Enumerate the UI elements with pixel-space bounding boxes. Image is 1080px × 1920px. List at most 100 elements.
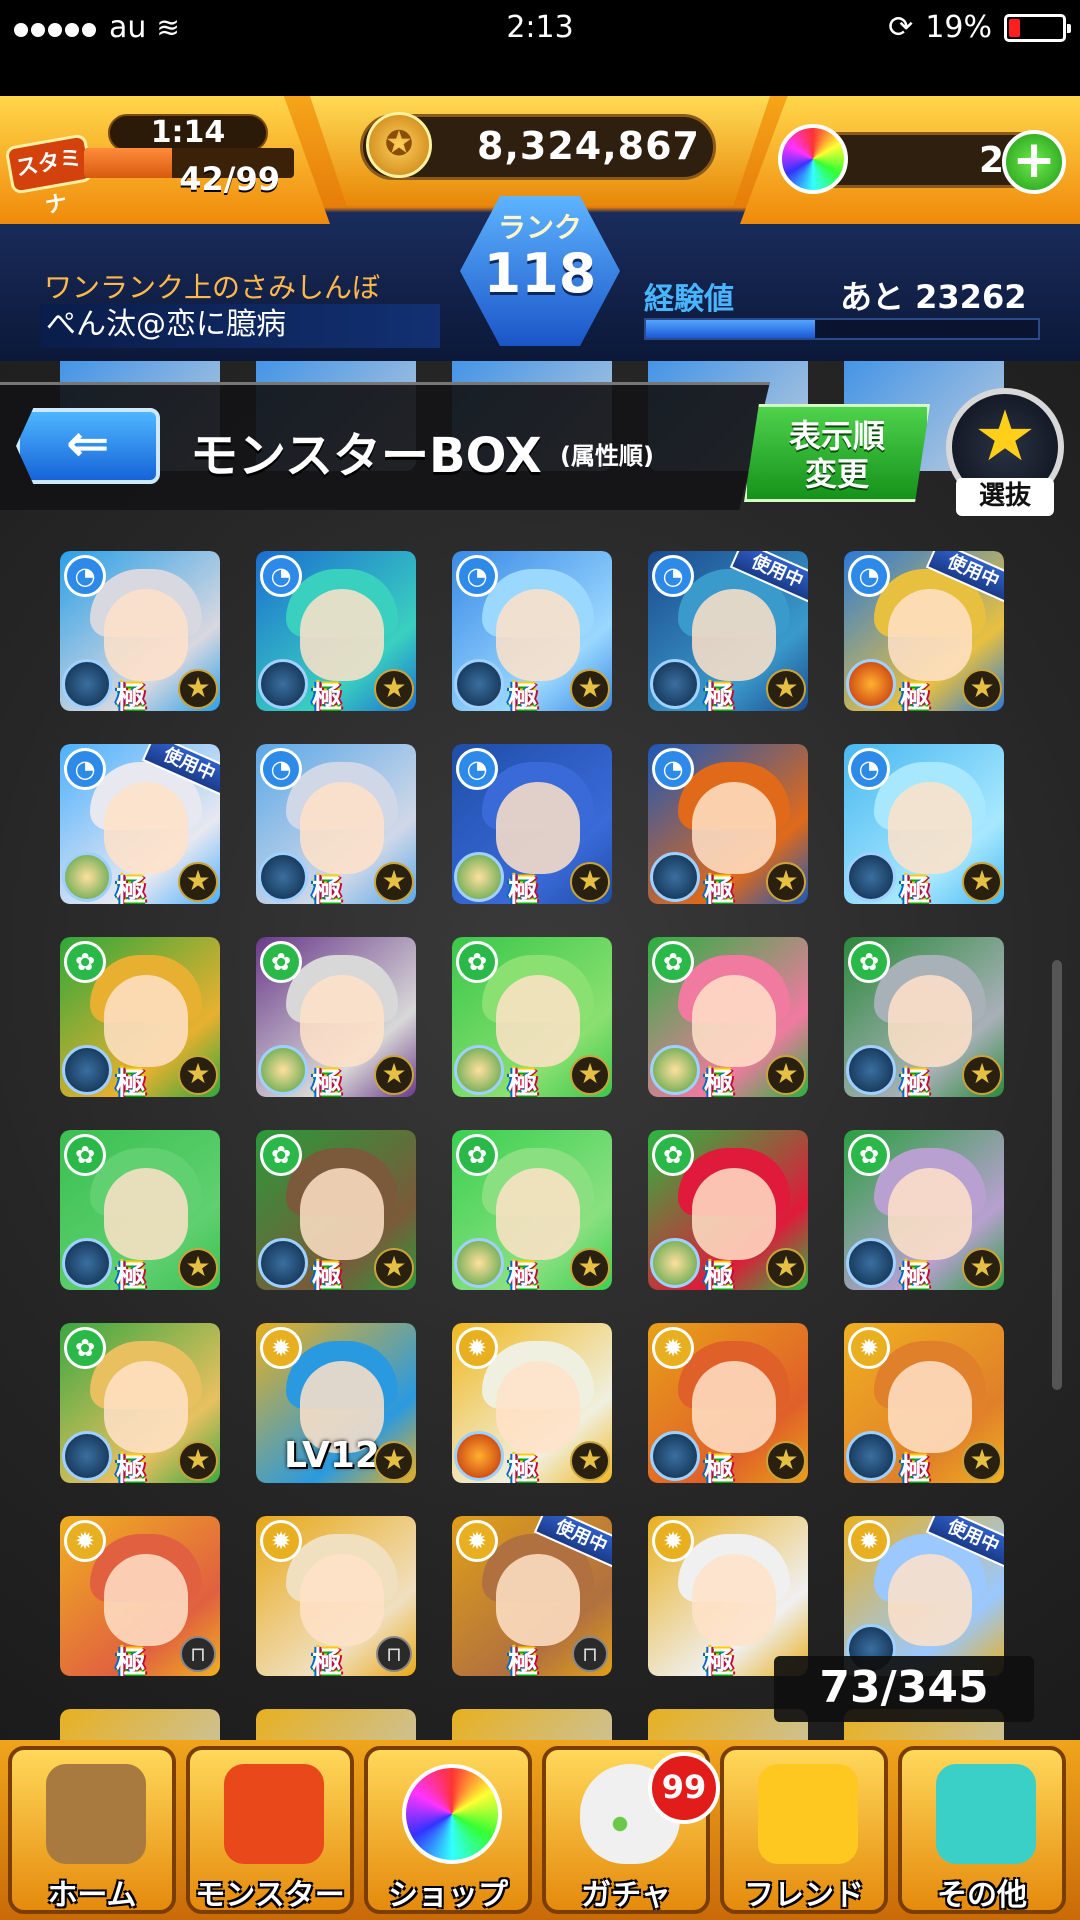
stamina-timer: 1:14 <box>108 114 268 152</box>
kyoku-badge: 極 <box>116 874 146 904</box>
nav-other-button[interactable]: その他 <box>898 1746 1066 1914</box>
friends-icon <box>758 1764 858 1864</box>
exp-bar <box>644 318 1040 340</box>
kyoku-badge: 極 <box>312 1067 342 1097</box>
water-ability-icon <box>62 1045 112 1095</box>
monster-tile[interactable]: ✿ 極 ★ <box>452 937 612 1097</box>
water-ability-icon <box>846 1431 896 1481</box>
star-icon: ★ <box>178 1055 218 1095</box>
monster-tile[interactable]: ✿ 極 ★ <box>256 1130 416 1290</box>
monster-tile[interactable]: ✿ 極 ★ <box>452 1130 612 1290</box>
select-label: 選抜 <box>956 478 1054 516</box>
light-element-icon: ✹ <box>848 1520 890 1562</box>
battery-percent: 19% <box>925 10 992 45</box>
gold-coin-icon: ✪ <box>366 112 432 178</box>
monster-tile[interactable]: ◔ 極 ★ <box>452 744 612 904</box>
monster-tile[interactable]: ✿ 極 ★ <box>60 1130 220 1290</box>
wood-ability-icon <box>454 1045 504 1095</box>
star-icon: ★ <box>178 1441 218 1481</box>
more-icon <box>936 1764 1036 1864</box>
wood-element-icon: ✿ <box>456 1134 498 1176</box>
monster-tile[interactable]: ✹ 使用中 <box>844 1516 1004 1676</box>
monster-tile[interactable]: ◔ 極 ★ <box>60 551 220 711</box>
water-ability-icon <box>454 659 504 709</box>
nav-home-button[interactable]: ホーム <box>8 1746 176 1914</box>
monster-tile[interactable]: ✿ 極 ★ <box>844 937 1004 1097</box>
monster-tile[interactable]: ✹ 極 ⊓ 使用中 <box>452 1516 612 1676</box>
monster-tile[interactable]: ✹ 極 ★ <box>844 1323 1004 1483</box>
water-ability-icon <box>650 852 700 902</box>
monster-tile[interactable]: ✹ 極 ⊓ <box>60 1516 220 1676</box>
star-icon: ★ <box>178 1248 218 1288</box>
star-icon: ★ <box>962 862 1002 902</box>
water-ability-icon <box>258 1238 308 1288</box>
monster-tile[interactable]: ✹ 極 ★ <box>452 1323 612 1483</box>
star-icon: ★ <box>570 1055 610 1095</box>
kyoku-badge: 極 <box>900 1067 930 1097</box>
kyoku-badge: 極 <box>704 681 734 711</box>
nav-shop-button[interactable]: ショップ <box>364 1746 532 1914</box>
scrollbar[interactable] <box>1052 960 1062 1390</box>
monster-box-grid[interactable]: ◔ 極 ★ ◔ 極 ★ ◔ 極 ★ ◔ 極 ★ 使用中 ◔ 極 ★ 使用中 ◔ 極 ★ 使用中 ◔ 極 ★ ◔ 極 ★ ◔ 極 ★ ◔ 極 ★ ✿… <box>0 361 1080 1740</box>
monster-level: LV12 <box>284 1435 380 1476</box>
monster-tile-partial[interactable] <box>256 1709 416 1740</box>
kyoku-badge: 極 <box>900 681 930 711</box>
water-ability-icon <box>846 1045 896 1095</box>
monster-tile[interactable]: ◔ 極 ★ <box>256 551 416 711</box>
monster-tile-partial[interactable] <box>452 1709 612 1740</box>
kyoku-badge: 極 <box>116 681 146 711</box>
exp-remaining: あと 23262 <box>840 278 1027 316</box>
star-icon: ★ <box>962 669 1002 709</box>
game-header: スタミナ 1:14 42/99 ✪ 8,324,867 2 + ランク 118 … <box>0 96 1080 361</box>
star-icon: ★ <box>962 1248 1002 1288</box>
bottom-nav: ホーム モンスター ショップ ガチャ フレンド その他 <box>0 1740 1080 1920</box>
water-element-icon: ◔ <box>456 748 498 790</box>
monster-tile[interactable]: ◔ 極 ★ <box>648 744 808 904</box>
monster-tile[interactable]: ◔ 極 ★ <box>844 744 1004 904</box>
star-icon: ★ <box>766 1055 806 1095</box>
monster-tile[interactable]: ✹ 極 <box>648 1516 808 1676</box>
monster-tile[interactable]: ✿ 極 ★ <box>648 937 808 1097</box>
wood-ability-icon <box>650 1045 700 1095</box>
monster-tile[interactable]: ✿ 極 ★ <box>256 937 416 1097</box>
battery-level <box>1009 18 1020 37</box>
star-icon: ★ <box>766 1441 806 1481</box>
star-icon: ★ <box>973 395 1037 477</box>
monster-tile[interactable]: ◔ 極 ★ <box>452 551 612 711</box>
monster-tile[interactable]: ✹ 極 ★ <box>648 1323 808 1483</box>
page-title: モンスターBOX <box>190 428 542 484</box>
monster-tile[interactable]: ◔ 極 ★ 使用中 <box>648 551 808 711</box>
wood-ability-icon <box>454 1238 504 1288</box>
nav-friend-button[interactable]: フレンド <box>720 1746 888 1914</box>
box-count: 73/345 <box>774 1656 1034 1722</box>
monster-tile[interactable]: ✿ 極 ★ <box>60 937 220 1097</box>
star-icon: ★ <box>570 862 610 902</box>
water-ability-icon <box>258 852 308 902</box>
rank-value: 118 <box>483 242 597 305</box>
gacha-count-badge: 99 <box>648 1752 720 1824</box>
monster-tile[interactable]: ✹ LV12 ★ <box>256 1323 416 1483</box>
player-name: ぺん汰@恋に臆病 <box>40 304 440 348</box>
monster-tile[interactable]: ✹ 極 ⊓ <box>256 1516 416 1676</box>
monster-tile[interactable]: ◔ 極 ★ <box>256 744 416 904</box>
water-element-icon: ◔ <box>64 748 106 790</box>
monster-tile[interactable]: ✿ 極 ★ <box>648 1130 808 1290</box>
monster-tile[interactable]: ✿ 極 ★ <box>844 1130 1004 1290</box>
monster-tile-partial[interactable] <box>60 1709 220 1740</box>
wood-element-icon: ✿ <box>456 941 498 983</box>
rainbow-orb-icon <box>402 1764 502 1864</box>
monster-tile[interactable]: ◔ 極 ★ 使用中 <box>844 551 1004 711</box>
sort-order-label: (属性順) <box>560 442 654 470</box>
nav-monster-button[interactable]: モンスター <box>186 1746 354 1914</box>
star-icon: ★ <box>570 1248 610 1288</box>
star-icon: ★ <box>766 669 806 709</box>
wood-element-icon: ✿ <box>260 941 302 983</box>
kyoku-badge: 極 <box>508 1067 538 1097</box>
monster-tile[interactable]: ✿ 極 ★ <box>60 1323 220 1483</box>
kyoku-badge: 極 <box>116 1067 146 1097</box>
kyoku-badge: 極 <box>312 1260 342 1290</box>
sort-change-button[interactable]: 表示順 変更 <box>744 404 930 502</box>
star-icon: ★ <box>374 1248 414 1288</box>
monster-tile[interactable]: ◔ 極 ★ 使用中 <box>60 744 220 904</box>
add-orb-button[interactable]: + <box>1002 130 1066 194</box>
